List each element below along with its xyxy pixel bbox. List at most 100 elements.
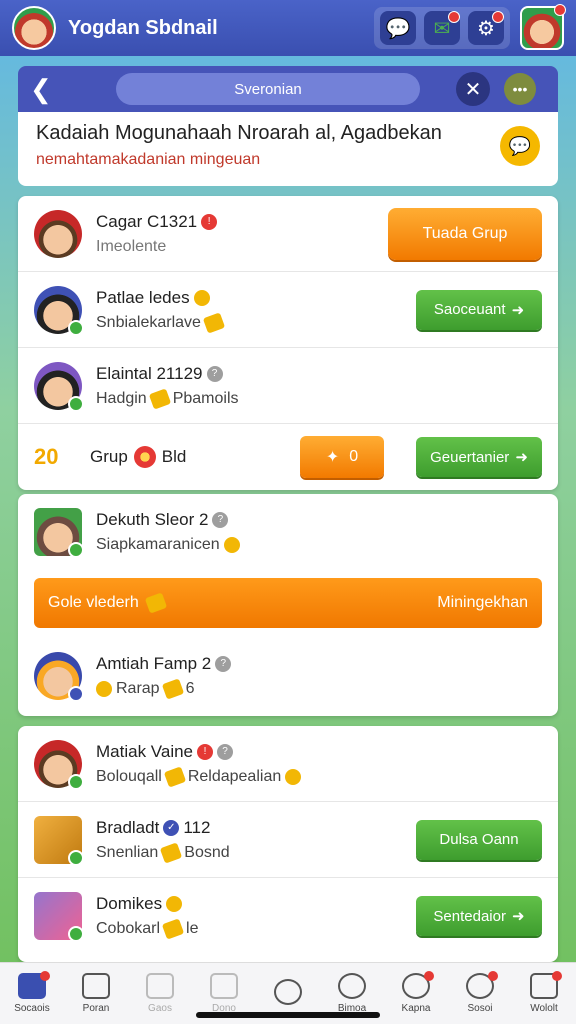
list-item[interactable]: Patlae ledes Snbialekarlave Saoceuant ➜ [18,272,558,348]
list-item[interactable]: Cagar C1321! Imeolente Tuada Grup [18,196,558,272]
notification-dot [448,11,460,23]
user-name: Domikes [96,894,163,913]
app-title: Yogdan Sbdnail [68,16,218,39]
avatar [34,815,84,866]
chat-bubble-icon[interactable]: 💬 [380,11,416,45]
friends-card: Cagar C1321! Imeolente Tuada Grup Patlae… [18,196,558,490]
puzzle-icon: ✦ [325,449,340,466]
user-status-extra: Reldapealian [187,767,282,785]
user-name: Patlae ledes [96,287,190,307]
user-status: Imeolente [96,237,167,255]
question-icon: ? [206,365,223,382]
user-name: Elaintal 21129 [96,363,203,383]
notification-dot [554,4,566,16]
compass-icon [338,973,366,999]
question-icon: ? [215,656,232,672]
tab-sosoi[interactable]: Sosoi [448,963,512,1024]
requests-card: Matiak Vaine!? Bolouqall Reldapealian Bra… [18,726,558,962]
user-name: Cagar C1321 [96,211,198,231]
check-icon [466,971,498,999]
user-status: Rarap [116,680,160,697]
tab-poran[interactable]: Poran [64,963,128,1024]
accept-button[interactable]: Dulsa Oann [416,819,542,860]
user-name: Dekuth Sleor 2 [96,510,209,529]
dialog-info: Kadaiah Mogunahaah Nroarah al, Agadbekan… [18,112,558,186]
question-icon: ? [212,512,229,528]
question-icon: ? [217,743,234,760]
top-icon-group: 💬 ✉ ⚙ [374,7,510,49]
user-name: Matiak Vaine [96,741,194,761]
tab-wololt[interactable]: Wololt [512,963,576,1024]
coin-icon [202,311,226,334]
tab-kapna[interactable]: Kapna [384,963,448,1024]
list-icon [146,973,174,999]
join-group-button[interactable]: Tuada Grup [388,207,542,260]
close-icon[interactable]: ✕ [456,72,490,106]
user-status-extra: le [186,920,199,937]
user-status: Hadgin [96,389,147,407]
notification-dot [492,11,504,23]
avatar [34,739,84,790]
promo-banner-right: Miningekhan [437,594,528,611]
emoji-icon [223,537,240,553]
group-label: Grup [90,447,128,466]
coin-icon [163,765,187,788]
user-status-extra: 6 [185,680,195,697]
tab-label: Kapna [401,1003,431,1014]
message-icon[interactable]: ✉ [424,11,460,45]
list-item[interactable]: Matiak Vaine!? Bolouqall Reldapealian [18,726,558,802]
online-badge [68,542,84,558]
tab-label: Wololt [530,1003,558,1014]
user-status: Bolouqall [96,767,162,785]
online-badge [68,773,84,790]
reward-count: 0 [349,448,359,465]
send-button[interactable]: Sentedaior ➜ [416,896,542,936]
user-name: Bradladt [96,817,160,837]
back-arrow-icon[interactable]: ❮ [30,74,58,105]
gear-icon [402,971,434,999]
alert-icon: ! [201,213,218,230]
gear-icon[interactable]: ⚙ [468,11,504,45]
tab-label: Poran [82,1003,110,1014]
notification-dot [552,971,562,981]
group-row[interactable]: 20 Grup Bld ✦ 0 Geuertanier ➜ [18,424,558,490]
star-icon [166,896,183,912]
send-button[interactable]: Saoceuant ➜ [416,289,542,330]
online-badge [68,926,84,942]
generate-button[interactable]: Geuertanier ➜ [416,437,542,477]
chat-bubble-icon[interactable]: 💬 [500,126,540,166]
notification-dot [488,971,498,981]
arrow-right-icon: ➜ [511,908,525,925]
list-item[interactable]: Dekuth Sleor 2? Siapkamaranicen [18,494,558,570]
tab-gaos[interactable]: Gaos [128,963,192,1024]
coin-icon [161,678,184,700]
send-button-label: Sentedaior [433,907,506,925]
coin-icon [161,918,185,940]
list-item[interactable]: Domikes Cobokarl le Sentedaior ➜ [18,878,558,954]
list-item[interactable]: Amtiah Famp 2? Rarap 6 [18,636,558,716]
avatar [34,508,84,558]
home-indicator[interactable] [196,1012,380,1018]
reward-pill-button[interactable]: ✦ 0 [300,436,384,478]
tab-label: Gaos [148,1003,172,1014]
list-item[interactable]: Bradladt ✓ 112 Snenlian Bosnd Dulsa Oann [18,802,558,878]
profile-avatar[interactable] [12,6,56,50]
user-status: Snenlian [96,843,159,861]
coin-icon [160,841,183,864]
promo-banner[interactable]: Gole vlederh Miningekhan [34,578,542,628]
emoji-icon [96,681,112,697]
more-icon[interactable]: ••• [504,73,536,105]
search-input[interactable]: Sveronian [116,73,420,105]
tab-home[interactable]: Socaois [0,963,64,1024]
user-status-extra: Pbamoils [172,389,239,407]
friend-avatar[interactable] [520,4,566,50]
list-item[interactable]: Elaintal 21129? Hadgin Pbamoils [18,348,558,424]
group-count: 20 [34,444,59,469]
user-status: Snbialekarlave [96,313,201,331]
dialog-subtitle: nemahtamakadanian mingeuan [36,151,261,168]
online-badge [68,395,84,412]
online-badge [68,849,84,866]
coin-icon [148,387,171,410]
arrow-right-icon: ➜ [511,301,525,319]
group-label-extra: Bld [161,447,187,466]
